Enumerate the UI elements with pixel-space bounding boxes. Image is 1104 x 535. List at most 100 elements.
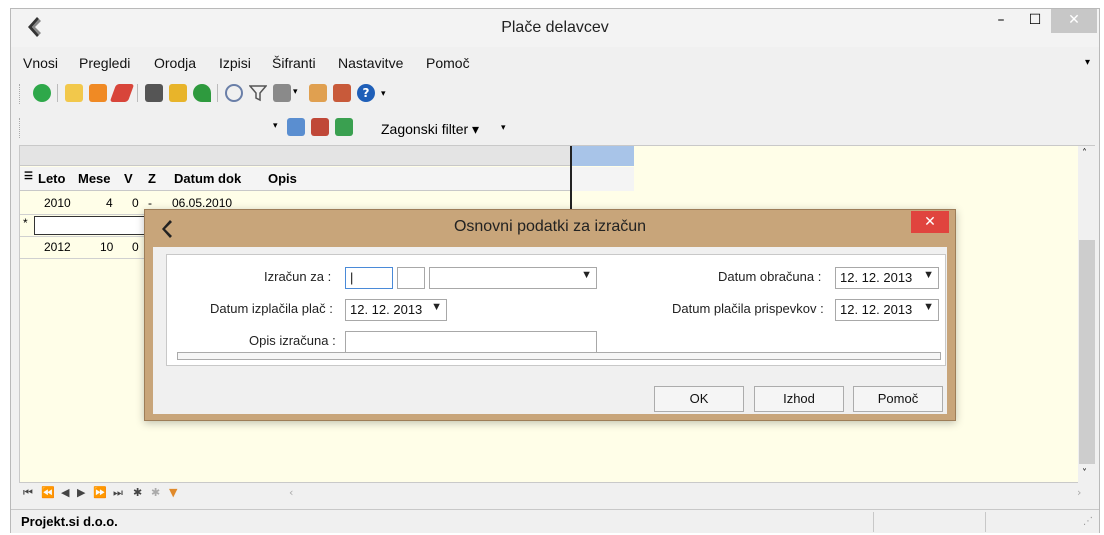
prev-page-icon[interactable]: ⏪ (41, 486, 55, 499)
toolbar-separator (137, 84, 138, 102)
izhod-button[interactable]: Izhod (754, 386, 844, 412)
new-row-editor[interactable] (34, 216, 152, 235)
col-opis[interactable]: Opis (268, 171, 297, 186)
first-page-icon[interactable]: ⏮ (23, 486, 33, 500)
delete-filter-icon[interactable] (311, 118, 329, 136)
toolbar-grip[interactable] (19, 84, 23, 104)
refresh-icon[interactable] (33, 84, 51, 102)
book-icon[interactable] (309, 84, 327, 102)
menu-orodja[interactable]: Orodja (154, 55, 196, 71)
izracun-za-label: Izračun za : (264, 269, 332, 284)
cell-leto: 2012 (44, 240, 71, 254)
chevron-down-icon: ▼ (581, 269, 592, 281)
datum-obracuna-picker[interactable]: 12. 12. 2013 ▼ (835, 267, 939, 289)
grid-header-row: ☰ Leto Mese V Z Datum dok Opis (20, 167, 570, 191)
izracun-za-field-1[interactable]: | (345, 267, 393, 289)
status-panel (873, 512, 983, 532)
filter-icon[interactable] (248, 84, 268, 102)
menu-pregledi[interactable]: Pregledi (79, 55, 130, 71)
cell-datum: 06.05.2010 (172, 196, 233, 210)
menu-sifranti[interactable]: Šifranti (272, 55, 316, 71)
dialog-title: Osnovni podatki za izračun (453, 218, 647, 235)
datum-izplacila-picker[interactable]: 12. 12. 2013 ▼ (345, 299, 447, 321)
close-button[interactable]: ✕ (1051, 9, 1097, 33)
calc-dialog: Osnovni podatki za izračun ✕ Izračun za … (144, 209, 956, 421)
calculator-icon[interactable] (145, 84, 163, 102)
resize-grip-icon[interactable]: ⋰ (1083, 516, 1093, 527)
izracun-za-select[interactable]: ▼ (429, 267, 597, 289)
maximize-icon: ☐ (1028, 12, 1042, 28)
status-bar: Projekt.si d.o.o. ⋰ (11, 509, 1099, 533)
save-filter-icon[interactable] (287, 118, 305, 136)
scroll-down-icon[interactable]: ˅ (1082, 468, 1087, 479)
toolbar-grip[interactable] (19, 118, 23, 138)
next-page-icon[interactable]: ⏩ (93, 486, 107, 499)
dialog-close-button[interactable]: ✕ (911, 211, 949, 233)
cell-mesec: 10 (100, 240, 114, 254)
close-icon: ✕ (924, 214, 936, 230)
append-record-icon[interactable]: ✱ (151, 486, 160, 499)
last-page-icon[interactable]: ⏭ (113, 486, 123, 500)
col-z[interactable]: Z (148, 171, 156, 186)
column-chooser-icon[interactable]: ☰ (24, 171, 33, 182)
datum-izplacila-value: 12. 12. 2013 (350, 302, 423, 317)
datum-placila-value: 12. 12. 2013 (840, 302, 913, 317)
menu-nastavitve[interactable]: Nastavitve (338, 55, 403, 71)
close-icon: ✕ (1068, 12, 1080, 28)
help-button[interactable]: Pomoč (853, 386, 943, 412)
filter-combo-dropdown-icon[interactable]: ▾ (273, 121, 278, 131)
menu-izpisi[interactable]: Izpisi (219, 55, 251, 71)
col-mesec[interactable]: Mese (78, 171, 111, 186)
grid-group-header (20, 146, 570, 166)
insert-record-icon[interactable]: ✱ (133, 486, 142, 499)
hscroll-right-icon[interactable]: › (1077, 486, 1081, 499)
chevron-down-icon: ▼ (431, 301, 442, 313)
datum-obracuna-value: 12. 12. 2013 (840, 270, 913, 285)
hscroll-left-icon[interactable]: ‹ (289, 486, 293, 499)
print-dropdown-icon[interactable]: ▾ (293, 87, 298, 97)
panel-divider (177, 352, 941, 360)
print-icon[interactable] (273, 84, 291, 102)
window-title: Plače delavcev (501, 19, 609, 36)
title-bar: Plače delavcev – ☐ ✕ (11, 9, 1099, 47)
scroll-up-icon[interactable]: ˄ (1082, 148, 1087, 159)
eraser-icon[interactable] (109, 84, 135, 102)
new-record-icon[interactable] (65, 84, 83, 102)
grid-header-right (572, 167, 634, 191)
datum-obracuna-label: Datum obračuna : (718, 269, 822, 284)
import-icon[interactable] (89, 84, 107, 102)
toolbar-overflow-icon[interactable]: ▾ (501, 123, 506, 133)
menu-overflow-icon[interactable]: ▾ (1085, 57, 1090, 68)
menu-pomoc[interactable]: Pomoč (426, 55, 470, 71)
cell-leto: 2010 (44, 196, 71, 210)
help-icon[interactable]: ? (357, 84, 375, 102)
ok-button[interactable]: OK (654, 386, 744, 412)
col-leto[interactable]: Leto (38, 171, 65, 186)
col-datum-dok[interactable]: Datum dok (174, 171, 241, 186)
undo-icon[interactable] (193, 84, 211, 102)
cell-mesec: 4 (106, 196, 113, 210)
col-v[interactable]: V (124, 171, 133, 186)
next-record-icon[interactable]: ▶ (77, 486, 85, 499)
toolbar-separator (217, 84, 218, 102)
maximize-button[interactable]: ☐ (1015, 9, 1055, 33)
startup-filter-dropdown[interactable]: Zagonski filter ▾ (381, 121, 479, 138)
scrollbar-thumb[interactable] (1079, 240, 1095, 464)
cell-z: - (148, 196, 152, 210)
vertical-scrollbar[interactable]: ˄ ˅ (1078, 146, 1096, 484)
toolbar-overflow-icon[interactable]: ▾ (381, 89, 386, 99)
lock-icon[interactable] (169, 84, 187, 102)
opis-izracuna-input[interactable] (345, 331, 597, 353)
prev-record-icon[interactable]: ◀ (61, 486, 69, 499)
nav-filter-icon[interactable]: ▼ (169, 486, 177, 499)
dialog-form-panel: Izračun za : | ▼ Datum izplačila plač : … (166, 254, 946, 366)
datum-placila-picker[interactable]: 12. 12. 2013 ▼ (835, 299, 939, 321)
add-filter-icon[interactable] (335, 118, 353, 136)
exit-door-icon[interactable] (333, 84, 351, 102)
search-icon[interactable] (225, 84, 243, 102)
toolbar-main: ▾ ? ▾ (19, 79, 469, 109)
opis-izracuna-label: Opis izračuna : (249, 333, 336, 348)
toolbar-filter: ▾ Zagonski filter ▾ ▾ (19, 113, 519, 143)
izracun-za-field-2[interactable] (397, 267, 425, 289)
menu-vnosi[interactable]: Vnosi (23, 55, 58, 71)
